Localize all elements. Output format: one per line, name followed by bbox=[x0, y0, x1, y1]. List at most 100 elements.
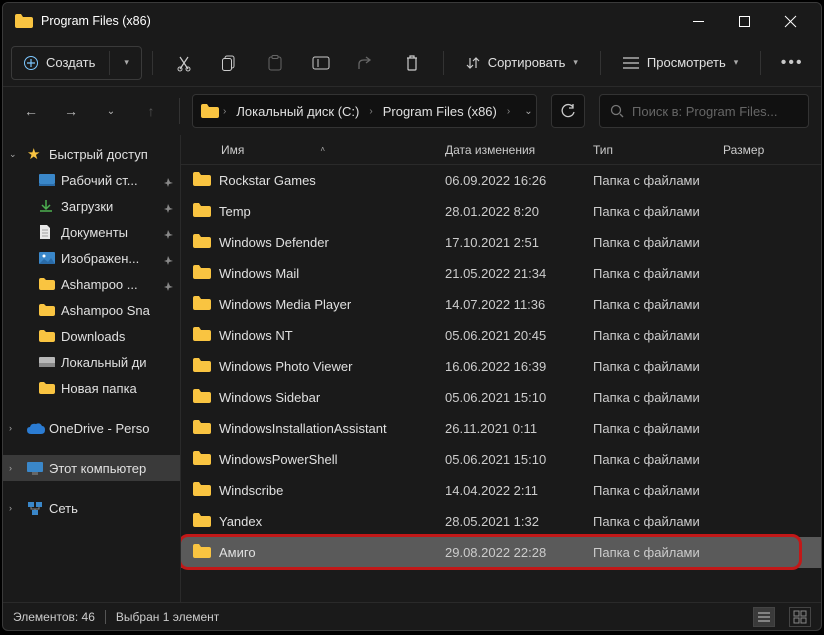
table-row[interactable]: Windows NT05.06.2021 20:45Папка с файлам… bbox=[181, 320, 821, 351]
new-button-label: Создать bbox=[46, 55, 95, 70]
chevron-right-icon: › bbox=[503, 106, 514, 117]
forward-button[interactable]: → bbox=[55, 95, 87, 127]
titlebar: Program Files (x86) bbox=[3, 3, 821, 39]
file-date: 28.01.2022 8:20 bbox=[445, 204, 593, 219]
file-type: Папка с файлами bbox=[593, 514, 723, 529]
sidebar-item-pictures[interactable]: Изображен... bbox=[3, 245, 180, 271]
delete-button[interactable] bbox=[391, 46, 433, 80]
table-row[interactable]: Windows Photo Viewer16.06.2022 16:39Папк… bbox=[181, 351, 821, 382]
sidebar-item-downloads[interactable]: Загрузки bbox=[3, 193, 180, 219]
desktop-icon bbox=[39, 172, 55, 188]
file-type: Папка с файлами bbox=[593, 359, 723, 374]
file-list: Имя˄ Дата изменения Тип Размер Rockstar … bbox=[181, 135, 821, 602]
chevron-right-icon: › bbox=[219, 106, 230, 117]
refresh-button[interactable] bbox=[551, 94, 585, 128]
column-name[interactable]: Имя˄ bbox=[193, 143, 445, 157]
cloud-icon bbox=[27, 420, 43, 436]
column-type[interactable]: Тип bbox=[593, 143, 723, 157]
sort-button[interactable]: Сортировать ▾ bbox=[454, 46, 590, 80]
sidebar-this-pc[interactable]: ›Этот компьютер bbox=[3, 455, 180, 481]
sidebar-item-local-disk[interactable]: Локальный ди bbox=[3, 349, 180, 375]
folder-icon bbox=[193, 389, 211, 406]
crumb-local-disk[interactable]: Локальный диск (C:) bbox=[230, 104, 365, 119]
column-date[interactable]: Дата изменения bbox=[445, 143, 593, 157]
sidebar-item-downloads-en[interactable]: Downloads bbox=[3, 323, 180, 349]
folder-icon bbox=[39, 380, 55, 396]
titlebar-folder-icon bbox=[15, 14, 33, 28]
paste-button[interactable] bbox=[254, 46, 296, 80]
table-row[interactable]: Windows Media Player14.07.2022 11:36Папк… bbox=[181, 289, 821, 320]
sort-label: Сортировать bbox=[488, 55, 566, 70]
folder-icon bbox=[193, 234, 211, 251]
folder-icon bbox=[39, 328, 55, 344]
maximize-button[interactable] bbox=[721, 3, 767, 39]
file-name: Rockstar Games bbox=[219, 173, 316, 188]
table-row[interactable]: Windscribe14.04.2022 2:11Папка с файлами bbox=[181, 475, 821, 506]
table-row[interactable]: Temp28.01.2022 8:20Папка с файлами bbox=[181, 196, 821, 227]
folder-icon bbox=[193, 172, 211, 189]
file-date: 29.08.2022 22:28 bbox=[445, 545, 593, 560]
sidebar-item-ashampoo[interactable]: Ashampoo ... bbox=[3, 271, 180, 297]
monitor-icon bbox=[27, 460, 43, 476]
new-button[interactable]: Создать ▾ bbox=[11, 46, 142, 80]
sidebar-quick-access[interactable]: ⌄★Быстрый доступ bbox=[3, 141, 180, 167]
file-type: Папка с файлами bbox=[593, 545, 723, 560]
breadcrumb[interactable]: › Локальный диск (C:) › Program Files (x… bbox=[192, 94, 537, 128]
minimize-button[interactable] bbox=[675, 3, 721, 39]
view-button[interactable]: Просмотреть ▾ bbox=[611, 46, 750, 80]
status-bar: Элементов: 46 Выбран 1 элемент bbox=[3, 602, 821, 630]
file-date: 14.07.2022 11:36 bbox=[445, 297, 593, 312]
chevron-down-icon: ▾ bbox=[573, 57, 578, 68]
sidebar-item-documents[interactable]: Документы bbox=[3, 219, 180, 245]
back-button[interactable]: ← bbox=[15, 95, 47, 127]
chevron-down-icon[interactable]: ⌄ bbox=[514, 106, 537, 117]
table-row[interactable]: Rockstar Games06.09.2022 16:26Папка с фа… bbox=[181, 165, 821, 196]
chevron-down-icon: ▾ bbox=[124, 57, 129, 68]
file-date: 16.06.2022 16:39 bbox=[445, 359, 593, 374]
file-date: 26.11.2021 0:11 bbox=[445, 421, 593, 436]
sidebar-item-desktop[interactable]: Рабочий ст... bbox=[3, 167, 180, 193]
table-row[interactable]: Windows Mail21.05.2022 21:34Папка с файл… bbox=[181, 258, 821, 289]
table-row[interactable]: Windows Defender17.10.2021 2:51Папка с ф… bbox=[181, 227, 821, 258]
search-icon bbox=[610, 104, 624, 118]
copy-button[interactable] bbox=[209, 46, 251, 80]
pin-icon bbox=[164, 253, 174, 263]
sidebar-onedrive[interactable]: ›OneDrive - Perso bbox=[3, 415, 180, 441]
sidebar-item-new-folder[interactable]: Новая папка bbox=[3, 375, 180, 401]
up-button[interactable]: ↑ bbox=[135, 95, 167, 127]
folder-icon bbox=[193, 482, 211, 499]
file-name: Windows NT bbox=[219, 328, 293, 343]
table-row[interactable]: Yandex28.05.2021 1:32Папка с файлами bbox=[181, 506, 821, 537]
folder-icon bbox=[193, 451, 211, 468]
folder-icon bbox=[39, 302, 55, 318]
file-name: WindowsInstallationAssistant bbox=[219, 421, 387, 436]
file-name: Temp bbox=[219, 204, 251, 219]
rename-button[interactable] bbox=[300, 46, 342, 80]
close-button[interactable] bbox=[767, 3, 813, 39]
file-name: Yandex bbox=[219, 514, 262, 529]
thumbnails-view-button[interactable] bbox=[789, 607, 811, 627]
table-row[interactable]: WindowsPowerShell05.06.2021 15:10Папка с… bbox=[181, 444, 821, 475]
document-icon bbox=[39, 224, 55, 240]
drive-icon bbox=[39, 354, 55, 370]
sidebar-item-ashampoo-snap[interactable]: Ashampoo Sna bbox=[3, 297, 180, 323]
details-view-button[interactable] bbox=[753, 607, 775, 627]
column-size[interactable]: Размер bbox=[723, 143, 821, 157]
table-row[interactable]: WindowsInstallationAssistant 26.11.2021 0… bbox=[181, 413, 821, 444]
more-button[interactable]: ••• bbox=[771, 46, 813, 80]
file-type: Папка с файлами bbox=[593, 421, 723, 436]
folder-icon bbox=[193, 296, 211, 313]
download-icon bbox=[39, 198, 55, 214]
chevron-down-icon[interactable]: ⌄ bbox=[95, 95, 127, 127]
file-name: Windows Defender bbox=[219, 235, 329, 250]
crumb-program-files[interactable]: Program Files (x86) bbox=[377, 104, 503, 119]
share-button[interactable] bbox=[345, 46, 387, 80]
sort-icon bbox=[466, 56, 480, 70]
file-date: 05.06.2021 20:45 bbox=[445, 328, 593, 343]
sidebar-network[interactable]: ›Сеть bbox=[3, 495, 180, 521]
table-row[interactable]: Амиго29.08.2022 22:28Папка с файлами bbox=[181, 537, 821, 568]
search-input[interactable]: Поиск в: Program Files... bbox=[599, 94, 809, 128]
file-date: 21.05.2022 21:34 bbox=[445, 266, 593, 281]
table-row[interactable]: Windows Sidebar05.06.2021 15:10Папка с ф… bbox=[181, 382, 821, 413]
cut-button[interactable] bbox=[163, 46, 205, 80]
